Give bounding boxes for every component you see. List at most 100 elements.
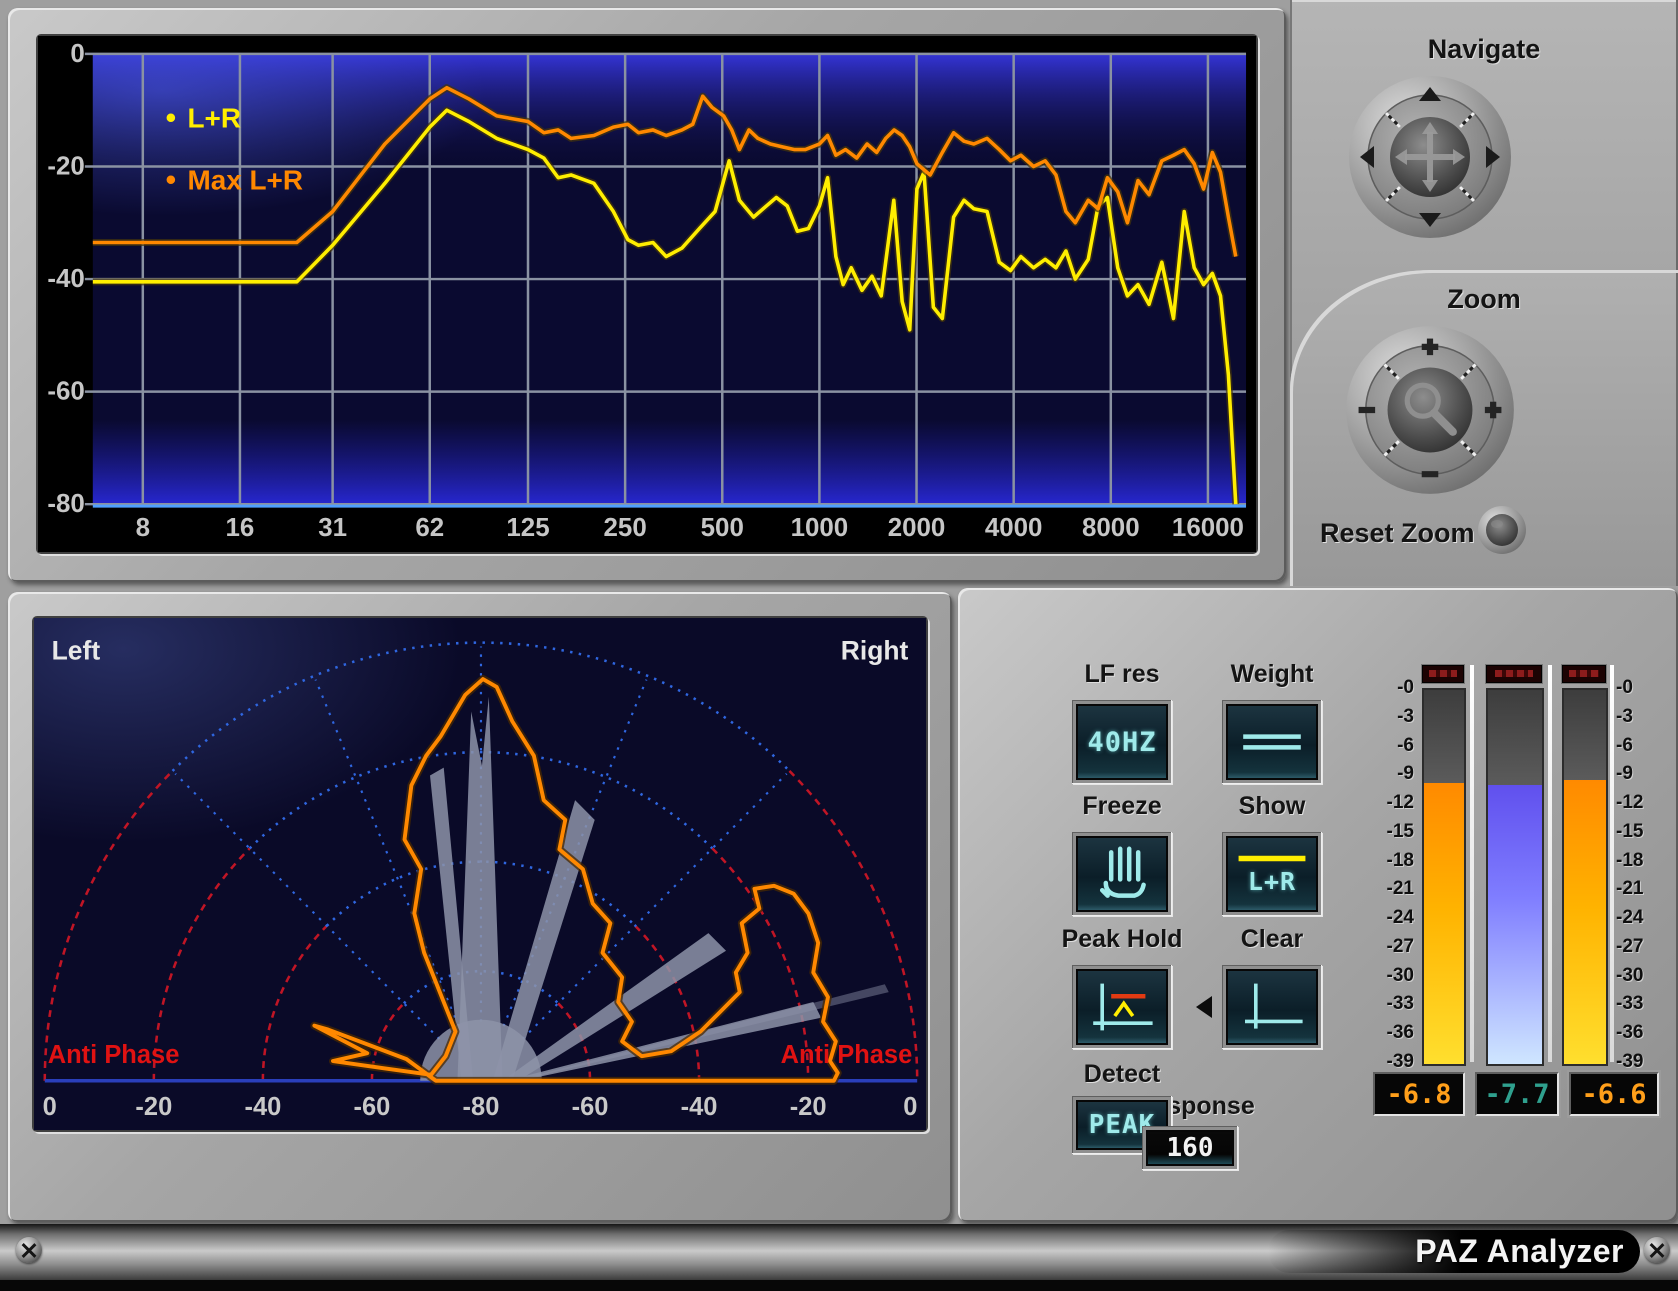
level-readout-right-value: -6.6 [1581,1079,1646,1110]
peak-hold-label: Peak Hold [1047,925,1197,954]
zoom-pad[interactable] [1342,322,1518,498]
meter-divider [1470,665,1474,1062]
lf-res-button[interactable]: 40HZ [1072,700,1172,784]
svg-text:8: 8 [136,514,150,542]
meter-scale-tick: -33 [1356,993,1414,1015]
navigate-pad[interactable] [1345,72,1515,242]
hand-icon [1078,838,1166,910]
spectrum-panel: 0-20-40-60-80816316212525050010002000400… [8,8,1286,582]
clear-label: Clear [1197,925,1347,954]
svg-text:Right: Right [841,635,909,665]
level-meter-mid [1486,688,1544,1066]
lf-res-label: LF res [1047,660,1197,689]
meter-scale-tick: -0 [1616,677,1674,699]
peak-indicator-right [1562,665,1606,683]
svg-text:-40: -40 [47,265,84,293]
weight-button[interactable] [1222,700,1322,784]
svg-text:-20: -20 [135,1093,172,1121]
meter-scale-tick: -24 [1616,907,1674,929]
navigate-label: Navigate [1290,34,1678,65]
svg-text:Anti Phase: Anti Phase [781,1041,913,1069]
level-readout-left-value: -6.8 [1386,1079,1451,1110]
meter-scale-tick: -6 [1356,735,1414,757]
meter-scale-tick: -3 [1356,706,1414,728]
meter-scale-tick: -33 [1616,993,1674,1015]
show-button[interactable]: L+R [1222,832,1322,916]
svg-text:0: 0 [903,1093,917,1121]
meter-scale-tick: -9 [1356,763,1414,785]
screw-icon [16,1237,42,1263]
paz-analyzer-window: 0-20-40-60-80816316212525050010002000400… [0,0,1678,1291]
spectrum-screen: 0-20-40-60-80816316212525050010002000400… [38,36,1256,552]
meter-scale-tick: -30 [1616,965,1674,987]
svg-text:Max L+R: Max L+R [188,164,304,195]
reset-zoom-button-icon [1476,504,1528,556]
meter-scale-tick: -18 [1356,850,1414,872]
meter-scale-left: -0-3-6-9-12-15-18-21-24-27-30-33-36-39 [1356,588,1414,1222]
svg-text:Anti Phase: Anti Phase [48,1041,180,1069]
meter-scale-tick: -39 [1616,1051,1674,1073]
response-display[interactable]: 160 [1142,1126,1238,1170]
peak-indicator-mid [1486,665,1542,683]
reset-zoom-label: Reset Zoom [1320,518,1480,549]
svg-text:16000: 16000 [1172,514,1244,542]
svg-text:16: 16 [226,514,255,542]
svg-text:-40: -40 [681,1093,718,1121]
svg-text:-20: -20 [47,152,84,180]
meter-scale-tick: -27 [1356,936,1414,958]
freeze-label: Freeze [1047,792,1197,821]
navigate-pad-icon [1345,72,1515,242]
level-readout-mid: -7.7 [1475,1072,1559,1116]
phase-chart: Left Right Anti Phase Anti Phase 0 -20 -40 -60 -… [34,618,926,1130]
weight-lines-icon [1228,706,1316,778]
meter-scale-tick: -30 [1356,965,1414,987]
level-meter-left [1422,688,1466,1066]
svg-text:-60: -60 [354,1093,391,1121]
meter-scale-tick: -0 [1356,677,1414,699]
zoom-pad-icon [1342,322,1518,498]
level-readout-left: -6.8 [1373,1072,1465,1116]
level-meter-right [1562,688,1608,1066]
freeze-button[interactable] [1072,832,1172,916]
svg-text:-80: -80 [47,490,84,518]
peak-hold-graph-icon [1078,971,1166,1043]
peak-hold-button[interactable] [1072,965,1172,1049]
meter-scale-tick: -3 [1616,706,1674,728]
meter-scale-tick: -21 [1616,878,1674,900]
zoom-label: Zoom [1290,284,1678,315]
phase-screen: Left Right Anti Phase Anti Phase 0 -20 -40 -60 -… [34,618,926,1130]
response-value: 160 [1167,1133,1214,1163]
plugin-title: PAZ Analyzer [1415,1233,1624,1270]
plugin-title-pill: PAZ Analyzer [1268,1230,1640,1273]
svg-text:4000: 4000 [985,514,1043,542]
svg-text:0: 0 [43,1093,57,1121]
svg-text:-60: -60 [47,378,84,406]
svg-text:-20: -20 [790,1093,827,1121]
meter-divider [1610,665,1614,1062]
lf-res-value: 40HZ [1087,727,1156,758]
svg-text:31: 31 [318,514,347,542]
meter-scale-tick: -27 [1616,936,1674,958]
svg-text:0: 0 [70,40,84,68]
spectrum-chart: 0-20-40-60-80816316212525050010002000400… [38,36,1256,552]
meter-scale-tick: -21 [1356,878,1414,900]
show-line-icon [1226,852,1318,865]
svg-text:-60: -60 [572,1093,609,1121]
svg-text:Left: Left [52,635,101,665]
level-readout-mid-value: -7.7 [1484,1079,1549,1110]
meter-scale-tick: -36 [1356,1022,1414,1044]
peak-indicator-left [1422,665,1464,683]
clear-axes-icon [1228,971,1316,1043]
meter-scale-tick: -15 [1356,821,1414,843]
svg-text:500: 500 [701,514,744,542]
screw-icon [1644,1237,1670,1263]
bottom-edge [0,1280,1678,1291]
meter-scale-tick: -12 [1616,792,1674,814]
meter-scale-tick: -24 [1356,907,1414,929]
svg-text:62: 62 [415,514,444,542]
svg-text:2000: 2000 [888,514,946,542]
navigation-strip: Navigate [1290,0,1678,586]
reset-zoom-button[interactable] [1476,504,1528,556]
clear-button[interactable] [1222,965,1322,1049]
svg-text:250: 250 [604,514,647,542]
